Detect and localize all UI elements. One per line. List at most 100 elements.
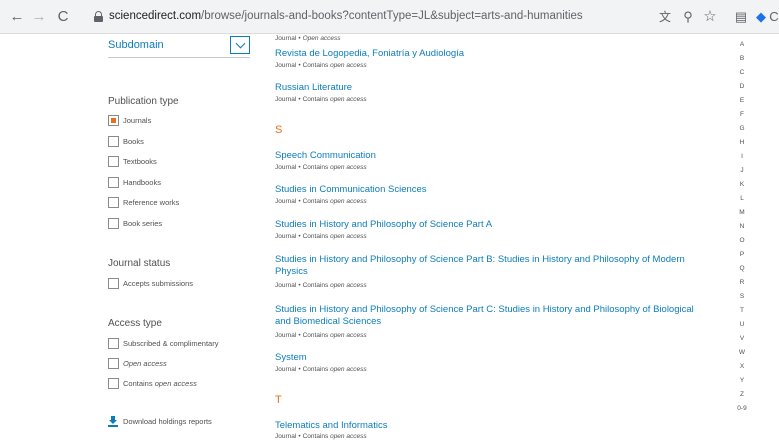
- bookmark-star-icon[interactable]: ☆: [702, 8, 718, 26]
- journal-meta: Journal • Contains open access: [275, 433, 367, 440]
- alpha-index-b[interactable]: B: [734, 55, 750, 62]
- forward-icon[interactable]: →: [30, 8, 48, 26]
- journal-meta: Journal • Contains open access: [275, 164, 367, 171]
- journal-title-link[interactable]: Russian Literature: [275, 82, 705, 94]
- filter-label: Book series: [123, 219, 163, 228]
- journal-title-link[interactable]: Studies in History and Philosophy of Sci…: [275, 219, 705, 231]
- extension-icon[interactable]: ◆: [754, 8, 768, 26]
- browser-toolbar: ← → C sciencedirect.com/browse/journals-…: [0, 0, 779, 34]
- alpha-index-l[interactable]: L: [734, 195, 750, 202]
- meta-bullet: •: [298, 282, 301, 289]
- journal-title-link[interactable]: System: [275, 352, 705, 364]
- alpha-index-s[interactable]: S: [734, 293, 750, 300]
- journal-status-heading: Journal status: [108, 258, 171, 269]
- alpha-index-u[interactable]: U: [734, 321, 750, 328]
- translate-icon[interactable]: 文: [657, 8, 673, 26]
- alpha-index-k[interactable]: K: [734, 181, 750, 188]
- meta-bullet: •: [298, 198, 301, 205]
- alpha-index-f[interactable]: F: [734, 111, 750, 118]
- meta-bullet: •: [298, 35, 301, 42]
- alpha-index-o[interactable]: O: [734, 237, 750, 244]
- alpha-index-v[interactable]: V: [734, 335, 750, 342]
- meta-contains: Contains: [302, 366, 329, 373]
- reader-icon[interactable]: ▤: [733, 8, 749, 26]
- alpha-index-z[interactable]: Z: [734, 391, 750, 398]
- checkbox-reference-works[interactable]: [108, 197, 119, 208]
- journal-title-link[interactable]: Revista de Logopedia, Foniatría y Audiol…: [275, 48, 705, 60]
- filter-label: Handbooks: [123, 178, 161, 187]
- meta-bullet: •: [298, 366, 301, 373]
- alpha-index-n[interactable]: N: [734, 223, 750, 230]
- alpha-index-m[interactable]: M: [734, 209, 750, 216]
- letter-heading-s: S: [275, 124, 283, 136]
- meta-open-access: open access: [330, 62, 367, 69]
- meta-open-access: open access: [330, 282, 367, 289]
- meta-contains: Contains: [302, 164, 329, 171]
- alpha-index-w[interactable]: W: [734, 349, 750, 356]
- journal-meta: Journal • Contains open access: [275, 198, 367, 205]
- meta-contains: Contains: [302, 233, 329, 240]
- checkbox-textbooks[interactable]: [108, 156, 119, 167]
- subdomain-select[interactable]: Subdomain: [108, 34, 250, 58]
- meta-contains: Contains: [302, 62, 329, 69]
- alpha-index-r[interactable]: R: [734, 279, 750, 286]
- alpha-index-h[interactable]: H: [734, 139, 750, 146]
- checkbox-books[interactable]: [108, 136, 119, 147]
- checkbox-accepts-submissions[interactable]: [108, 278, 119, 289]
- chevron-down-icon[interactable]: [230, 36, 250, 54]
- alpha-index-e[interactable]: E: [734, 97, 750, 104]
- meta-type: Journal: [275, 96, 297, 103]
- alpha-index-q[interactable]: Q: [734, 265, 750, 272]
- checkbox-contains-open-access[interactable]: [108, 378, 119, 389]
- journal-meta: Journal • Contains open access: [275, 62, 367, 69]
- journal-title-link[interactable]: Speech Communication: [275, 150, 705, 162]
- meta-bullet: •: [298, 62, 301, 69]
- checkbox-journals[interactable]: [108, 115, 119, 126]
- alpha-index-g[interactable]: G: [734, 125, 750, 132]
- checkbox-handbooks[interactable]: [108, 177, 119, 188]
- meta-type: Journal: [275, 35, 297, 42]
- zoom-icon[interactable]: ⚲: [680, 8, 696, 26]
- reload-icon[interactable]: C: [54, 8, 72, 26]
- meta-open-access: open access: [330, 332, 367, 339]
- meta-open-access: open access: [330, 198, 367, 205]
- meta-bullet: •: [298, 164, 301, 171]
- meta-contains: Contains: [302, 332, 329, 339]
- alpha-index-t[interactable]: T: [734, 307, 750, 314]
- filter-label: Books: [123, 137, 144, 146]
- alpha-index-0-9[interactable]: 0-9: [734, 405, 750, 412]
- address-bar[interactable]: sciencedirect.com/browse/journals-and-bo…: [88, 5, 640, 29]
- journal-meta: Journal • Contains open access: [275, 96, 367, 103]
- checkbox-subscribed[interactable]: [108, 338, 119, 349]
- meta-type: Journal: [275, 62, 297, 69]
- journal-title-link[interactable]: Telematics and Informatics: [275, 420, 705, 432]
- journal-title-link[interactable]: Studies in Communication Sciences: [275, 184, 705, 196]
- publication-type-heading: Publication type: [108, 96, 179, 107]
- alpha-index-i[interactable]: I: [734, 153, 750, 160]
- alpha-index-j[interactable]: J: [734, 167, 750, 174]
- meta-contains: Contains: [302, 198, 329, 205]
- meta-type: Journal: [275, 282, 297, 289]
- alpha-index-x[interactable]: X: [734, 363, 750, 370]
- access-type-heading: Access type: [108, 318, 162, 329]
- alpha-index-c[interactable]: C: [734, 69, 750, 76]
- checkbox-book-series[interactable]: [108, 218, 119, 229]
- menu-icon[interactable]: C: [769, 8, 779, 26]
- journal-meta: Journal • Contains open access: [275, 366, 367, 373]
- back-icon[interactable]: ←: [8, 8, 26, 26]
- alpha-index-y[interactable]: Y: [734, 377, 750, 384]
- alpha-index-d[interactable]: D: [734, 83, 750, 90]
- filter-label: Textbooks: [123, 157, 157, 166]
- alpha-index-a[interactable]: A: [734, 41, 750, 48]
- lock-icon: [94, 11, 103, 22]
- meta-contains: Contains: [302, 96, 329, 103]
- journal-title-link[interactable]: Studies in History and Philosophy of Sci…: [275, 304, 705, 327]
- filter-label: Subscribed & complimentary: [123, 339, 219, 348]
- meta-open-access: Open access: [302, 35, 341, 42]
- meta-type: Journal: [275, 366, 297, 373]
- download-label: Download holdings reports: [123, 417, 212, 426]
- alpha-index-p[interactable]: P: [734, 251, 750, 258]
- checkbox-open-access[interactable]: [108, 358, 119, 369]
- journal-title-link[interactable]: Studies in History and Philosophy of Sci…: [275, 254, 705, 277]
- filter-label: Open access: [123, 358, 167, 369]
